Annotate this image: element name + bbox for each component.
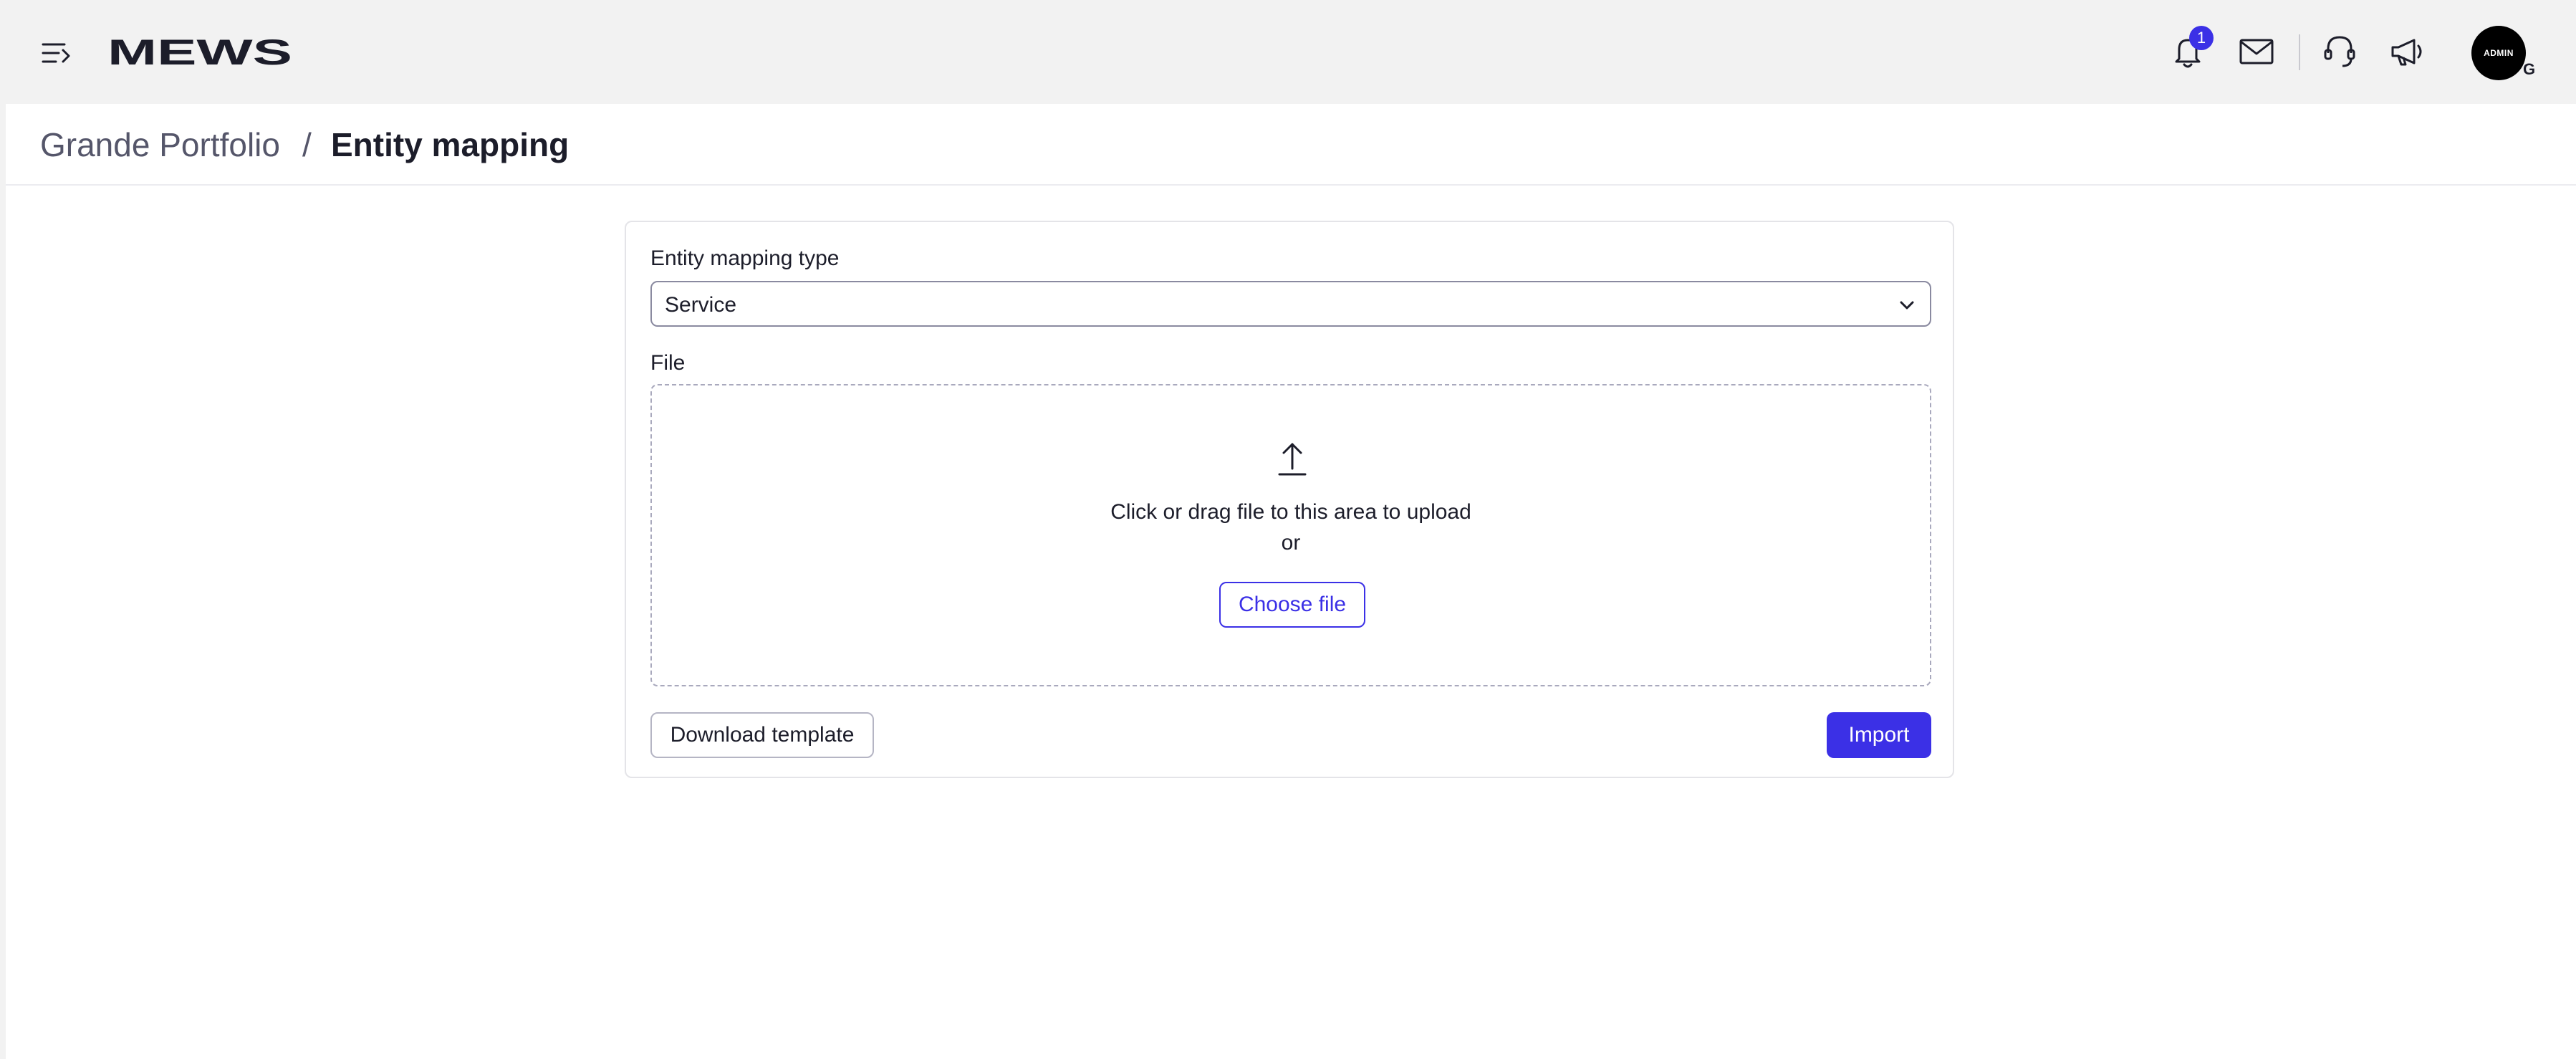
- mapping-type-select[interactable]: Service: [650, 281, 1931, 327]
- mapping-type-label: Entity mapping type: [650, 246, 840, 270]
- file-dropzone[interactable]: Click or drag file to this area to uploa…: [650, 384, 1931, 686]
- mews-logo[interactable]: MEWS: [107, 32, 292, 72]
- file-label: File: [650, 351, 686, 375]
- chevron-down-icon: [1897, 295, 1917, 315]
- download-template-button[interactable]: Download template: [650, 712, 874, 758]
- mail-icon[interactable]: [2235, 30, 2278, 73]
- main-content: Grande Portfolio / Entity mapping Entity…: [6, 104, 2576, 1059]
- breadcrumb-separator: /: [302, 126, 312, 163]
- header-divider: [2299, 34, 2300, 70]
- mapping-type-value: Service: [665, 293, 737, 317]
- logo-text: MEWS: [107, 37, 292, 67]
- support-icon[interactable]: [2318, 30, 2361, 73]
- dropzone-instructions: Click or drag file to this area to uploa…: [1110, 500, 1471, 524]
- choose-file-button[interactable]: Choose file: [1219, 582, 1365, 628]
- megaphone-icon[interactable]: [2385, 30, 2428, 73]
- breadcrumb: Grande Portfolio / Entity mapping: [6, 104, 2576, 186]
- import-button[interactable]: Import: [1827, 712, 1931, 758]
- dropzone-or: or: [1281, 531, 1301, 555]
- avatar[interactable]: ADMIN: [2471, 26, 2526, 80]
- entity-mapping-form: Entity mapping type Service File Click o…: [625, 221, 1954, 778]
- page-title: Entity mapping: [331, 126, 569, 163]
- menu-icon[interactable]: [40, 39, 72, 67]
- breadcrumb-parent[interactable]: Grande Portfolio: [40, 125, 280, 164]
- upload-icon: [1277, 441, 1308, 477]
- avatar-initial: G: [2523, 60, 2536, 78]
- top-bar: MEWS 1 ADMIN G: [0, 0, 2576, 104]
- notification-badge: 1: [2189, 26, 2214, 50]
